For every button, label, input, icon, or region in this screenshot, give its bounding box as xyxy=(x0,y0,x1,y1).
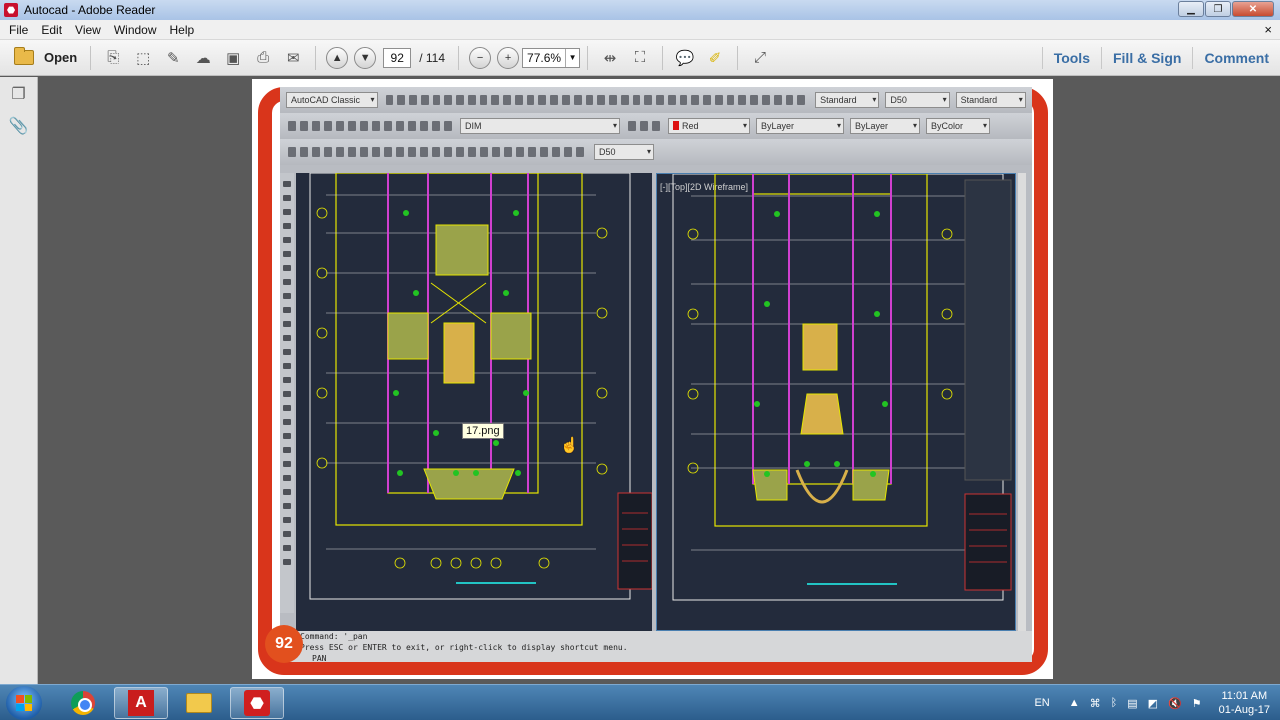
hand-cursor-icon: ☝ xyxy=(560,437,579,454)
tools-link[interactable]: Tools xyxy=(1054,50,1090,66)
autocad-draw-toolbar xyxy=(280,173,294,613)
page-total: / 114 xyxy=(419,50,446,65)
adobe-reader-icon: ⬣ xyxy=(4,3,18,17)
autocad-toolbar-layers: DIM Red ByLayer ByLayer ByColor xyxy=(280,113,1032,139)
clock-date: 01-Aug-17 xyxy=(1218,704,1270,716)
folder-icon xyxy=(14,47,34,65)
open-label: Open xyxy=(44,50,78,65)
image-filename-tooltip: 17.png xyxy=(462,423,504,439)
previous-page-icon[interactable]: ▲ xyxy=(326,46,349,69)
command-history-line-2: Press ESC or ENTER to exit, or right-cli… xyxy=(300,643,628,652)
action-center-icon[interactable]: ⚑ xyxy=(1192,697,1202,710)
attachments-icon[interactable]: 📎 xyxy=(8,115,30,137)
taskbar-explorer[interactable] xyxy=(172,687,226,719)
zoom-value: 77.6% xyxy=(527,50,562,65)
menu-view[interactable]: View xyxy=(75,23,101,37)
clock[interactable]: 11:01 AM 01-Aug-17 xyxy=(1219,689,1270,717)
main-toolbar: Open ⎘ ⬚ ✎ ☁ ▣ ⎙ ✉ ▲ ▼ 92 / 114 − + 77.6… xyxy=(0,40,1280,76)
edit-pdf-icon[interactable]: ⬚ xyxy=(131,46,155,70)
zoom-out-icon[interactable]: − xyxy=(469,46,492,69)
dim-scale-select: D50 xyxy=(594,144,654,160)
fit-width-icon[interactable]: ⇹ xyxy=(598,46,622,70)
task-pane-links: Tools Fill & Sign Comment xyxy=(1041,40,1280,76)
window-title: Autocad - Adobe Reader xyxy=(24,3,156,17)
page-thumbnails-icon[interactable]: ❐ xyxy=(8,83,30,105)
pdf-page: AutoCAD Classic Standard D50 Standard xyxy=(252,79,1053,679)
floor-plan-drawing-right xyxy=(672,174,1012,601)
show-hidden-icons-icon[interactable]: ▲ xyxy=(1069,697,1080,709)
plotstyle-select: ByColor xyxy=(926,118,990,134)
highlight-icon[interactable]: ✐ xyxy=(703,46,727,70)
network-icon[interactable]: ◩ xyxy=(1148,697,1158,710)
autocad-toolbar-standard: AutoCAD Classic Standard D50 Standard xyxy=(280,87,1032,113)
volume-muted-icon[interactable]: 🔇 xyxy=(1168,697,1182,710)
autocad-toolbar-dimension: D50 xyxy=(280,139,1032,165)
title-bar: ⬣ Autocad - Adobe Reader ▁ ❐ ✕ xyxy=(0,0,1280,20)
taskbar-chrome[interactable] xyxy=(56,687,110,719)
create-pdf-icon[interactable]: ⎘ xyxy=(101,46,125,70)
taskbar-autocad[interactable]: A xyxy=(114,687,168,719)
cad-viewport-left xyxy=(296,173,652,631)
chrome-icon xyxy=(71,691,95,715)
autocad-icon: A xyxy=(128,690,154,716)
minimize-button[interactable]: ▁ xyxy=(1178,1,1204,17)
table-style-select: Standard xyxy=(955,92,1026,108)
menu-help[interactable]: Help xyxy=(170,23,195,37)
folder-icon xyxy=(186,693,212,713)
color-select: Red xyxy=(668,118,750,134)
windows-logo-icon xyxy=(16,695,32,711)
chevron-down-icon: ▼ xyxy=(565,48,579,67)
save-icon[interactable]: ▣ xyxy=(221,46,245,70)
workspace-select: AutoCAD Classic xyxy=(286,92,378,108)
text-style-select: Standard xyxy=(815,92,880,108)
zoom-select[interactable]: 77.6% ▼ xyxy=(522,47,581,68)
adobe-reader-icon: ⬣ xyxy=(244,690,270,716)
language-indicator[interactable]: EN xyxy=(1034,697,1049,709)
page-number-badge: 92 xyxy=(265,625,303,663)
maximize-button[interactable]: ❐ xyxy=(1205,1,1231,17)
start-button[interactable] xyxy=(6,686,42,720)
clock-time: 11:01 AM xyxy=(1221,690,1268,702)
linetype-select: ByLayer xyxy=(756,118,844,134)
taskbar-adobe-reader[interactable]: ⬣ xyxy=(230,687,284,719)
cad-viewport-right: [-][Top][2D Wireframe] xyxy=(656,173,1016,631)
menu-file[interactable]: File xyxy=(9,23,28,37)
close-button[interactable]: ✕ xyxy=(1232,1,1274,17)
dim-style-select: D50 xyxy=(885,92,950,108)
document-scrollbar[interactable] xyxy=(1266,77,1280,684)
command-line: Command: '_pan Press ESC or ENTER to exi… xyxy=(280,631,1032,662)
network-tool-icon[interactable]: ⌘ xyxy=(1090,697,1101,710)
command-history-line-1: Command: '_pan xyxy=(300,632,368,641)
upload-cloud-icon[interactable]: ☁ xyxy=(191,46,215,70)
layer-select: DIM xyxy=(460,118,620,134)
menu-edit[interactable]: Edit xyxy=(41,23,62,37)
comment-icon[interactable]: 💬 xyxy=(673,46,697,70)
page-number-input[interactable]: 92 xyxy=(383,47,412,68)
open-button[interactable]: Open xyxy=(8,44,83,72)
window-controls: ▁ ❐ ✕ xyxy=(1177,1,1274,17)
lineweight-select: ByLayer xyxy=(850,118,920,134)
device-icon[interactable]: ▤ xyxy=(1127,697,1137,710)
menu-bar: File Edit View Window Help × xyxy=(0,20,1280,40)
fill-sign-link[interactable]: Fill & Sign xyxy=(1113,50,1181,66)
fit-page-icon[interactable]: ⛶ xyxy=(628,46,652,70)
cad-vertical-scrollbar xyxy=(1018,173,1026,631)
navigation-pane: ❐ 📎 xyxy=(0,77,38,684)
zoom-in-icon[interactable]: + xyxy=(497,46,520,69)
print-icon[interactable]: ⎙ xyxy=(251,46,275,70)
email-icon[interactable]: ✉ xyxy=(281,46,305,70)
full-screen-icon[interactable]: ⤢ xyxy=(748,46,772,70)
system-tray: EN ▲ ⌘ ᛒ ▤ ◩ 🔇 ⚑ 11:01 AM 01-Aug-17 xyxy=(1034,685,1270,720)
close-document-icon[interactable]: × xyxy=(1264,22,1272,37)
next-page-icon[interactable]: ▼ xyxy=(354,46,377,69)
floor-plan-drawing-left xyxy=(309,173,652,600)
menu-window[interactable]: Window xyxy=(114,23,157,37)
sign-icon[interactable]: ✎ xyxy=(161,46,185,70)
bluetooth-icon[interactable]: ᛒ xyxy=(1111,697,1118,709)
windows-taskbar: A ⬣ EN ▲ ⌘ ᛒ ▤ ◩ 🔇 ⚑ 11:01 AM 01-Aug-17 xyxy=(0,684,1280,720)
autocad-screenshot: AutoCAD Classic Standard D50 Standard xyxy=(280,87,1032,662)
comment-link[interactable]: Comment xyxy=(1204,50,1269,66)
adobe-reader-window: ⬣ Autocad - Adobe Reader ▁ ❐ ✕ File Edit… xyxy=(0,0,1280,720)
